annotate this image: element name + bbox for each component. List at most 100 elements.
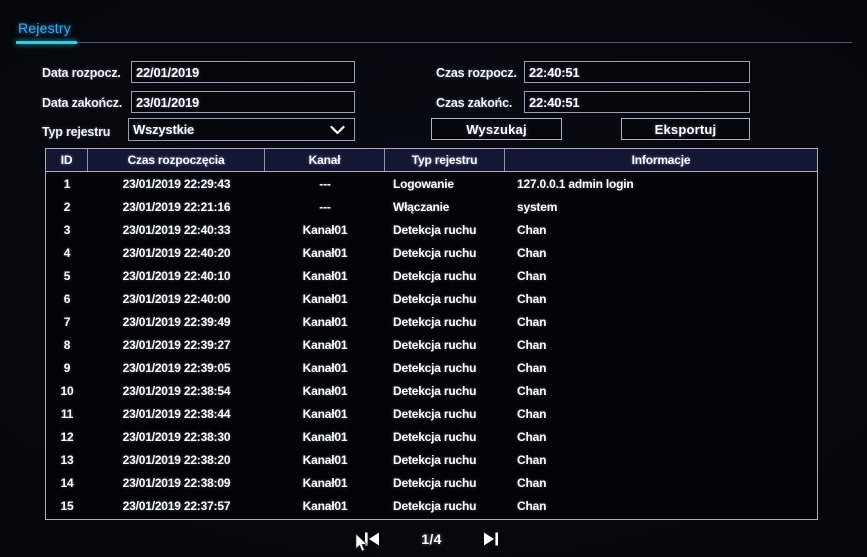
table-row[interactable]: 4 23/01/2019 22:40:20 Kanał01 Detekcja ruch… bbox=[46, 241, 817, 264]
cell-type: Detekcja ruchu bbox=[393, 383, 477, 398]
cell-channel: Kanał01 bbox=[302, 314, 348, 329]
cell-channel: Kanał01 bbox=[302, 429, 348, 444]
cell-id: 9 bbox=[63, 360, 71, 375]
time-end-value: 22:40:51 bbox=[529, 94, 580, 110]
log-type-value: Wszystkie bbox=[133, 122, 195, 137]
last-page-icon[interactable] bbox=[478, 528, 504, 550]
cell-time: 23/01/2019 22:38:44 bbox=[122, 406, 231, 421]
cell-type: Logowanie bbox=[393, 176, 454, 191]
table-row[interactable]: 6 23/01/2019 22:40:00 Kanał01 Detekcja ruch… bbox=[46, 287, 817, 310]
column-header-type[interactable]: Typ rejestru bbox=[385, 149, 505, 171]
column-header-info[interactable]: Informacje bbox=[505, 149, 817, 171]
cell-info: Chan bbox=[517, 475, 547, 490]
cell-type: Detekcja ruchu bbox=[393, 360, 477, 375]
cell-time: 23/01/2019 22:40:33 bbox=[122, 222, 231, 237]
cell-info: Chan bbox=[517, 337, 547, 352]
cell-info: Chan bbox=[517, 222, 547, 237]
column-header-time[interactable]: Czas rozpoczęcia bbox=[88, 149, 265, 171]
table-row[interactable]: 13 23/01/2019 22:38:20 Kanał01 Detekcja ruc… bbox=[46, 448, 817, 471]
column-header-id[interactable]: ID bbox=[46, 149, 88, 171]
cell-info: 127.0.0.1 admin login bbox=[517, 176, 634, 191]
cell-id: 4 bbox=[63, 245, 71, 260]
time-end-label: Czas zakońc. bbox=[436, 96, 513, 110]
search-button[interactable]: Wyszukaj bbox=[431, 118, 562, 140]
cell-type: Detekcja ruchu bbox=[393, 291, 477, 306]
table-row[interactable]: 3 23/01/2019 22:40:33 Kanał01 Detekcja ruch… bbox=[46, 218, 817, 241]
cell-time: 23/01/2019 22:38:20 bbox=[122, 452, 231, 467]
cell-channel: Kanał01 bbox=[302, 222, 348, 237]
table-row[interactable]: 2 23/01/2019 22:21:16 --- Włączanie system bbox=[46, 195, 817, 218]
cell-channel: Kanał01 bbox=[302, 498, 348, 513]
cell-id: 13 bbox=[60, 452, 74, 467]
table-row[interactable]: 14 23/01/2019 22:38:09 Kanał01 Detekcja ruc… bbox=[46, 471, 817, 494]
date-end-input[interactable]: 23/01/2019 bbox=[131, 91, 355, 113]
cell-channel: Kanał01 bbox=[302, 291, 348, 306]
cell-time: 23/01/2019 22:40:00 bbox=[122, 291, 231, 306]
cell-id: 7 bbox=[63, 314, 71, 329]
log-type-select[interactable]: Wszystkie bbox=[128, 118, 355, 141]
cell-info: Chan bbox=[517, 245, 547, 260]
cell-time: 23/01/2019 22:40:10 bbox=[122, 268, 231, 283]
cell-channel: Kanał01 bbox=[302, 268, 348, 283]
cell-info: Chan bbox=[517, 314, 547, 329]
cell-id: 8 bbox=[63, 337, 71, 352]
table-row[interactable]: 15 23/01/2019 22:37:57 Kanał01 Detekcja ruc… bbox=[46, 494, 817, 517]
cell-info: Chan bbox=[517, 268, 547, 283]
chevron-down-icon bbox=[330, 125, 345, 135]
table-row[interactable]: 1 23/01/2019 22:29:43 --- Logowanie 127.0.0.… bbox=[46, 172, 817, 195]
cell-id: 5 bbox=[63, 268, 71, 283]
date-start-input[interactable]: 22/01/2019 bbox=[131, 61, 355, 83]
cell-info: Chan bbox=[517, 291, 547, 306]
cell-type: Detekcja ruchu bbox=[393, 475, 477, 490]
date-start-value: 22/01/2019 bbox=[136, 64, 200, 80]
first-page-icon[interactable] bbox=[359, 528, 385, 550]
cell-type: Detekcja ruchu bbox=[393, 337, 477, 352]
table-body: 1 23/01/2019 22:29:43 --- Logowanie 127.0.0.… bbox=[46, 172, 817, 520]
cell-channel: Kanał01 bbox=[302, 337, 348, 352]
cell-type: Detekcja ruchu bbox=[393, 429, 477, 444]
cell-id: 14 bbox=[60, 475, 74, 490]
cell-id: 15 bbox=[60, 498, 74, 513]
cell-info: Chan bbox=[517, 452, 547, 467]
cell-channel: Kanał01 bbox=[302, 406, 348, 421]
cell-time: 23/01/2019 22:39:27 bbox=[122, 337, 231, 352]
log-search-screen: Rejestry Data rozpocz. 22/01/2019 Data z… bbox=[0, 0, 867, 557]
cell-time: 23/01/2019 22:38:09 bbox=[122, 475, 231, 490]
table-row[interactable]: 8 23/01/2019 22:39:27 Kanał01 Detekcja ruch… bbox=[46, 333, 817, 356]
table-row[interactable]: 5 23/01/2019 22:40:10 Kanał01 Detekcja ruch… bbox=[46, 264, 817, 287]
table-row[interactable]: 9 23/01/2019 22:39:05 Kanał01 Detekcja ruch… bbox=[46, 356, 817, 379]
cell-id: 2 bbox=[63, 199, 71, 214]
date-end-label: Data zakończ. bbox=[42, 96, 123, 110]
cell-time: 23/01/2019 22:37:57 bbox=[122, 498, 231, 513]
time-start-input[interactable]: 22:40:51 bbox=[524, 61, 750, 83]
table-row[interactable]: 11 23/01/2019 22:38:44 Kanał01 Detekcja ruc… bbox=[46, 402, 817, 425]
table-row[interactable]: 12 23/01/2019 22:38:30 Kanał01 Detekcja ruc… bbox=[46, 425, 817, 448]
cell-time: 23/01/2019 22:29:43 bbox=[122, 176, 231, 191]
cell-time: 23/01/2019 22:40:20 bbox=[122, 245, 231, 260]
column-header-channel[interactable]: Kanał bbox=[265, 149, 385, 171]
cell-type: Detekcja ruchu bbox=[393, 245, 477, 260]
cell-info: Chan bbox=[517, 383, 547, 398]
cell-time: 23/01/2019 22:38:30 bbox=[122, 429, 231, 444]
time-start-label: Czas rozpocz. bbox=[436, 66, 517, 80]
cell-type: Detekcja ruchu bbox=[393, 222, 477, 237]
cell-info: system bbox=[517, 199, 558, 214]
cell-info: Chan bbox=[517, 406, 547, 421]
table-header-row: ID Czas rozpoczęcia Kanał Typ rejestru I… bbox=[46, 149, 817, 172]
cell-info: Chan bbox=[517, 360, 547, 375]
time-end-input[interactable]: 22:40:51 bbox=[524, 91, 750, 113]
cell-channel: --- bbox=[319, 199, 331, 214]
cell-type: Detekcja ruchu bbox=[393, 452, 477, 467]
cell-time: 23/01/2019 22:39:49 bbox=[122, 314, 231, 329]
table-row[interactable]: 7 23/01/2019 22:39:49 Kanał01 Detekcja ruch… bbox=[46, 310, 817, 333]
log-table: ID Czas rozpoczęcia Kanał Typ rejestru I… bbox=[45, 148, 818, 520]
cell-id: 12 bbox=[60, 429, 74, 444]
cell-channel: Kanał01 bbox=[302, 452, 348, 467]
export-button[interactable]: Eksportuj bbox=[621, 118, 750, 140]
pagination: 1/4 bbox=[45, 524, 818, 554]
table-row[interactable]: 10 23/01/2019 22:38:54 Kanał01 Detekcja ruc… bbox=[46, 379, 817, 402]
date-end-value: 23/01/2019 bbox=[136, 94, 200, 110]
time-start-value: 22:40:51 bbox=[529, 64, 580, 80]
cell-id: 1 bbox=[63, 176, 71, 191]
cell-info: Chan bbox=[517, 498, 547, 513]
